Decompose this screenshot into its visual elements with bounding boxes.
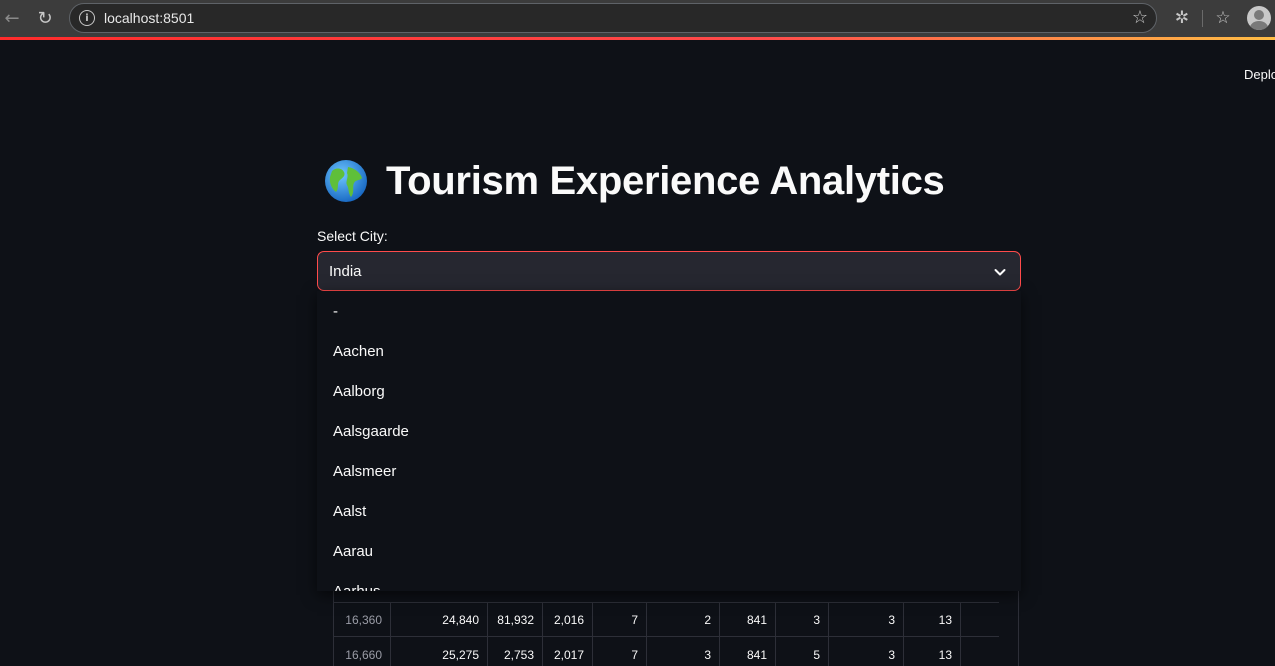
city-option[interactable]: Aalborg xyxy=(317,371,1021,411)
profile-avatar-icon[interactable] xyxy=(1247,6,1271,30)
app-header-decoration xyxy=(0,37,1275,40)
globe-icon xyxy=(325,160,367,202)
city-select-value: India xyxy=(329,263,362,280)
table-cell: 3 xyxy=(829,637,904,666)
table-cell: 7 xyxy=(593,602,647,637)
city-option[interactable]: Aachen xyxy=(317,331,1021,371)
city-option[interactable]: Aalsmeer xyxy=(317,451,1021,491)
city-select-menu: - Aachen Aalborg Aalsgaarde Aalsmeer Aal… xyxy=(317,291,1021,591)
site-info-icon[interactable]: i xyxy=(79,10,95,26)
toolbar-divider xyxy=(1202,10,1203,27)
page-title-row: Tourism Experience Analytics xyxy=(324,156,945,206)
table-cell: 24,840 xyxy=(391,602,488,637)
table-cell: 7 xyxy=(593,637,647,666)
bookmark-star-icon[interactable]: ☆ xyxy=(1132,7,1148,28)
favorites-icon[interactable]: ☆ xyxy=(1211,6,1235,30)
page-title: Tourism Experience Analytics xyxy=(386,158,945,203)
table-cell: 841 xyxy=(720,602,776,637)
extensions-icon[interactable]: ✲ xyxy=(1170,6,1194,30)
city-option[interactable]: Aarau xyxy=(317,531,1021,571)
table-cell: 841 xyxy=(720,637,776,666)
table-cell: 13 xyxy=(904,637,961,666)
table-row: 16,360 24,840 81,932 2,016 7 2 841 3 3 1… xyxy=(334,602,999,637)
table-cell: 3 xyxy=(829,602,904,637)
city-option[interactable]: Aalst xyxy=(317,491,1021,531)
table-cell: 13 xyxy=(904,602,961,637)
city-option[interactable]: - xyxy=(317,291,1021,331)
table-cell: 3 xyxy=(647,637,720,666)
address-url: localhost:8501 xyxy=(104,10,195,26)
table-cell: 81,932 xyxy=(488,602,543,637)
table-cell: 25,275 xyxy=(391,637,488,666)
chevron-down-icon[interactable] xyxy=(992,264,1008,280)
table-cell: 2,017 xyxy=(543,637,593,666)
table-cell: 5 xyxy=(776,637,829,666)
address-bar[interactable]: i localhost:8501 ☆ xyxy=(69,3,1157,33)
table-cell: 3 xyxy=(776,602,829,637)
table-cell-index: 16,660 xyxy=(334,637,391,666)
back-arrow-icon[interactable]: ← xyxy=(0,6,24,30)
city-option[interactable]: Aarhus xyxy=(317,571,1021,592)
city-select-label: Select City: xyxy=(317,228,388,244)
table-cell: 2 xyxy=(647,602,720,637)
city-option[interactable]: Aalsgaarde xyxy=(317,411,1021,451)
deploy-button[interactable]: Deploy xyxy=(1244,67,1275,82)
table-cell: 2,753 xyxy=(488,637,543,666)
reload-icon[interactable]: ↻ xyxy=(33,6,57,30)
browser-toolbar: ← ↻ i localhost:8501 ☆ ✲ ☆ xyxy=(0,0,1275,37)
city-select[interactable]: India xyxy=(317,251,1021,291)
table-row: 16,660 25,275 2,753 2,017 7 3 841 5 3 13 xyxy=(334,637,999,666)
table-cell-index: 16,360 xyxy=(334,602,391,637)
table-cell: 2,016 xyxy=(543,602,593,637)
